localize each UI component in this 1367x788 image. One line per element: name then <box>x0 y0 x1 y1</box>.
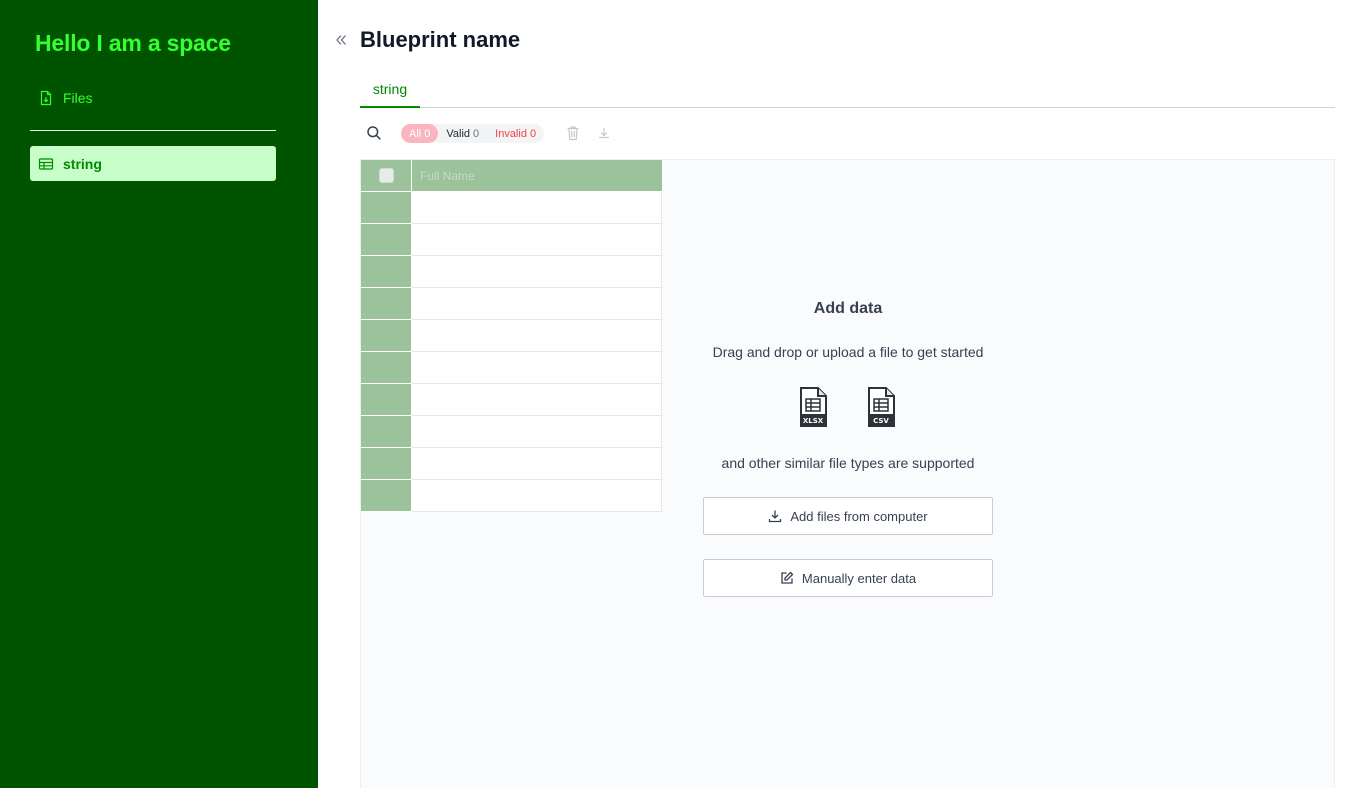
tab-string[interactable]: string <box>360 72 420 108</box>
sidebar-divider <box>30 130 276 131</box>
add-files-button[interactable]: Add files from computer <box>703 497 993 535</box>
download-icon <box>768 509 782 523</box>
row-handle[interactable] <box>361 448 412 480</box>
delete-button[interactable] <box>566 125 580 141</box>
empty-state-panel: Add data Drag and drop or upload a file … <box>703 160 993 788</box>
row-handle[interactable] <box>361 320 412 352</box>
table-row <box>361 320 663 352</box>
column-header-full-name[interactable]: Full Name <box>412 160 662 192</box>
table-row <box>361 256 663 288</box>
filter-all[interactable]: All 0 <box>401 124 439 143</box>
collapse-sidebar-button[interactable] <box>333 32 349 48</box>
page-title: Blueprint name <box>360 27 521 52</box>
table-row <box>361 224 663 256</box>
table-cell[interactable] <box>412 384 662 416</box>
row-handle[interactable] <box>361 480 412 512</box>
sheet-tabs: string <box>360 72 1335 108</box>
table-cell[interactable] <box>412 256 662 288</box>
table-cell[interactable] <box>412 352 662 384</box>
csv-file-icon: CSV <box>865 387 897 427</box>
table-row <box>361 448 663 480</box>
xlsx-file-icon: XLSX <box>797 387 829 427</box>
double-chevron-left-icon <box>336 35 346 45</box>
header-row-handle <box>361 160 412 192</box>
filter-label: All <box>409 127 422 140</box>
download-icon <box>599 128 609 139</box>
filter-count: 0 <box>529 127 537 140</box>
table-cell[interactable] <box>412 416 662 448</box>
sidebar-item-files[interactable]: Files <box>30 82 276 114</box>
table-cell[interactable] <box>412 448 662 480</box>
sidebar-item-sheet[interactable]: string <box>30 146 276 181</box>
add-files-label: Add files from computer <box>790 508 928 524</box>
file-type-label: CSV <box>873 417 889 425</box>
table-cell[interactable] <box>412 224 662 256</box>
filter-group: All 0 Valid 0 Invalid 0 <box>401 124 545 143</box>
row-handle[interactable] <box>361 416 412 448</box>
table-row <box>361 416 663 448</box>
empty-state-subtitle: Drag and drop or upload a file to get st… <box>712 344 984 360</box>
file-type-label: XLSX <box>803 417 824 425</box>
table-row <box>361 288 663 320</box>
manual-entry-button[interactable]: Manually enter data <box>703 559 993 597</box>
trash-icon <box>567 126 579 141</box>
edit-icon <box>780 571 794 585</box>
sidebar: Hello I am a space Files string <box>0 0 318 788</box>
row-handle[interactable] <box>361 288 412 320</box>
filter-label: Invalid <box>495 127 527 140</box>
empty-state-title: Add data <box>813 300 883 317</box>
filter-count: 0 <box>473 127 480 140</box>
filter-valid[interactable]: Valid 0 <box>438 124 487 143</box>
search-button[interactable] <box>366 125 382 141</box>
table-cell[interactable] <box>412 192 662 224</box>
table-icon <box>38 156 54 172</box>
data-grid-area: Full Name Add data Drag and drop or uplo… <box>360 159 1335 788</box>
manual-entry-label: Manually enter data <box>801 570 917 586</box>
row-handle[interactable] <box>361 384 412 416</box>
filter-label: Valid <box>446 127 471 140</box>
supported-types-note: and other similar file types are support… <box>721 455 975 471</box>
download-button[interactable] <box>597 125 611 141</box>
filter-invalid[interactable]: Invalid 0 <box>487 124 544 143</box>
table-row <box>361 480 663 512</box>
sidebar-item-label: Files <box>63 90 93 106</box>
data-table: Full Name <box>361 160 663 512</box>
table-row <box>361 352 663 384</box>
table-toolbar: All 0 Valid 0 Invalid 0 <box>360 120 1335 146</box>
search-icon <box>367 126 381 140</box>
table-cell[interactable] <box>412 288 662 320</box>
table-header-row: Full Name <box>361 160 663 192</box>
table-row <box>361 384 663 416</box>
row-handle[interactable] <box>361 256 412 288</box>
row-handle[interactable] <box>361 352 412 384</box>
table-cell[interactable] <box>412 320 662 352</box>
select-all-checkbox[interactable] <box>378 168 394 183</box>
row-handle[interactable] <box>361 224 412 256</box>
filter-count: 0 <box>424 127 431 140</box>
space-title: Hello I am a space <box>35 30 231 56</box>
sidebar-item-label: string <box>63 155 102 172</box>
file-icon <box>38 90 54 106</box>
table-row <box>361 192 663 224</box>
table-cell[interactable] <box>412 480 662 512</box>
row-handle[interactable] <box>361 192 412 224</box>
